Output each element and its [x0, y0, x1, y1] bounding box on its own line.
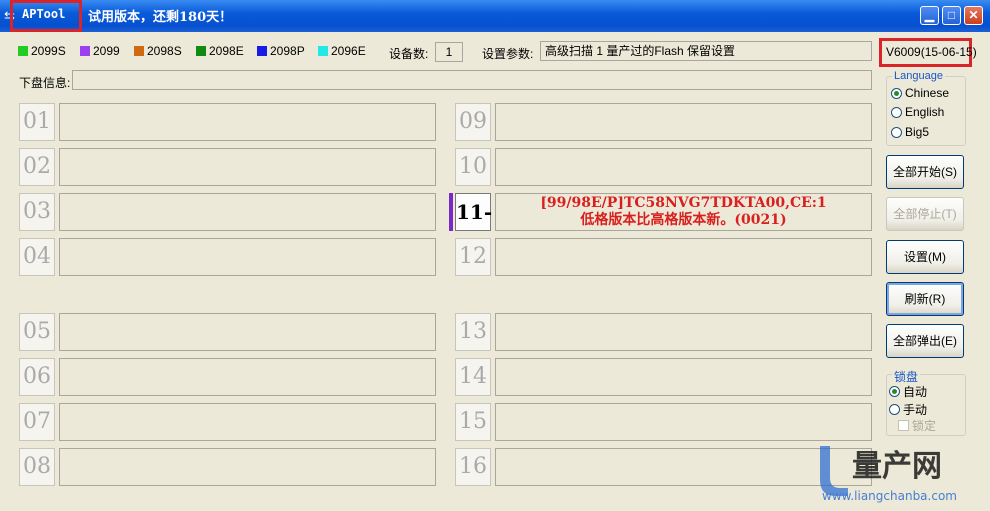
settings-button[interactable]: 设置(M)	[886, 240, 964, 274]
language-chinese-radio[interactable]: Chinese	[891, 86, 949, 100]
slot-03-status	[59, 193, 436, 231]
maximize-button[interactable]: □	[942, 6, 961, 25]
legend-label: 2099	[93, 44, 120, 58]
slot-06-status	[59, 358, 436, 396]
slot-11-active-indicator	[449, 193, 453, 231]
slot-11-message: [99/98E/P]TC58NVG7TDKTA00,CE:1 低格版本比高格版本…	[496, 195, 871, 229]
slot-15-status	[495, 403, 872, 441]
legend-2098s: 2098S	[134, 44, 182, 58]
legend-label: 2098E	[209, 44, 244, 58]
device-count-label: 设备数:	[389, 47, 429, 61]
legend-swatch	[318, 46, 328, 56]
disk-info-label: 下盘信息:	[19, 76, 71, 90]
slot-01-status	[59, 103, 436, 141]
legend-2099: 2099	[80, 44, 120, 58]
slot-12-number[interactable]: 12	[455, 238, 491, 276]
settings-label: 设置参数:	[482, 47, 534, 61]
slot-05-status	[59, 313, 436, 351]
slot-09-status	[495, 103, 872, 141]
app-window: ⇆ APTool 试用版本，还剩180天！ ▁ □ ✕ 2099S 2099 2…	[0, 0, 990, 511]
slot-08-number[interactable]: 08	[19, 448, 55, 486]
title-bar: ⇆ APTool 试用版本，还剩180天！ ▁ □ ✕	[0, 0, 990, 32]
slot-14-number[interactable]: 14	[455, 358, 491, 396]
legend-label: 2098S	[147, 44, 182, 58]
slot-07-status	[59, 403, 436, 441]
slot-15-number[interactable]: 15	[455, 403, 491, 441]
eject-all-button[interactable]: 全部弹出(E)	[886, 324, 964, 358]
slot-11-message-line2: 低格版本比高格版本新。(0021)	[580, 212, 787, 228]
minimize-button[interactable]: ▁	[920, 6, 939, 25]
legend-label: 2096E	[331, 44, 366, 58]
highlight-app-name	[10, 0, 82, 32]
radio-selected-icon	[889, 386, 900, 397]
radio-label: English	[905, 105, 945, 119]
device-count-field: 1	[435, 42, 463, 62]
lock-manual-radio[interactable]: 手动	[889, 401, 927, 418]
version-label: V6009(15-06-15)	[886, 45, 977, 59]
watermark-url: www.liangchanba.com	[822, 489, 957, 503]
slot-12-status	[495, 238, 872, 276]
radio-label: 自动	[903, 385, 928, 399]
radio-label: Chinese	[905, 86, 950, 100]
legend-swatch	[196, 46, 206, 56]
slot-04-status	[59, 238, 436, 276]
language-big5-radio[interactable]: Big5	[891, 125, 929, 139]
radio-icon	[889, 404, 900, 415]
slot-11-number[interactable]: 11-I	[455, 193, 492, 260]
radio-label: Big5	[905, 125, 930, 139]
legend-2096e: 2096E	[318, 44, 366, 58]
radio-label: 手动	[903, 403, 928, 417]
settings-field: 高级扫描 1 量产过的Flash 保留设置	[540, 41, 872, 61]
lock-auto-radio[interactable]: 自动	[889, 383, 927, 400]
legend-2099s: 2099S	[18, 44, 66, 58]
checkbox-icon	[898, 420, 909, 431]
slot-11-message-line1: [99/98E/P]TC58NVG7TDKTA00,CE:1	[540, 195, 827, 211]
slot-09-number[interactable]: 09	[455, 103, 491, 141]
language-english-radio[interactable]: English	[891, 105, 944, 119]
slot-16-status	[495, 448, 872, 486]
window-title: 试用版本，还剩180天！	[88, 10, 233, 25]
slot-10-status	[495, 148, 872, 186]
slot-01-number[interactable]: 01	[19, 103, 55, 141]
stop-all-button[interactable]: 全部停止(T)	[886, 197, 964, 231]
legend-swatch	[18, 46, 28, 56]
slot-02-status	[59, 148, 436, 186]
watermark-logo: 量产网 www.liangchanba.com	[820, 446, 957, 503]
legend-swatch	[80, 46, 90, 56]
slot-05-number[interactable]: 05	[19, 313, 55, 351]
slot-16-number[interactable]: 16	[455, 448, 491, 486]
close-button[interactable]: ✕	[964, 6, 983, 25]
slot-14-status	[495, 358, 872, 396]
legend-swatch	[257, 46, 267, 56]
slot-06-number[interactable]: 06	[19, 358, 55, 396]
legend-2098e: 2098E	[196, 44, 244, 58]
legend-swatch	[134, 46, 144, 56]
slot-08-status	[59, 448, 436, 486]
slot-13-number[interactable]: 13	[455, 313, 491, 351]
legend-label: 2099S	[31, 44, 66, 58]
lock-checkbox[interactable]: 锁定	[898, 417, 936, 434]
slot-10-number[interactable]: 10	[455, 148, 491, 186]
legend-2098p: 2098P	[257, 44, 305, 58]
refresh-button[interactable]: 刷新(R)	[886, 282, 964, 316]
legend-label: 2098P	[270, 44, 305, 58]
language-group-title: Language	[892, 70, 945, 82]
slot-13-status	[495, 313, 872, 351]
slot-02-number[interactable]: 02	[19, 148, 55, 186]
watermark-text: 量产网	[852, 449, 942, 484]
start-all-button[interactable]: 全部开始(S)	[886, 155, 964, 189]
slot-04-number[interactable]: 04	[19, 238, 55, 276]
radio-selected-icon	[891, 87, 902, 99]
radio-icon	[891, 106, 902, 118]
radio-icon	[891, 126, 902, 138]
slot-03-number[interactable]: 03	[19, 193, 55, 231]
checkbox-label: 锁定	[912, 419, 937, 433]
slot-07-number[interactable]: 07	[19, 403, 55, 441]
disk-info-field	[72, 70, 872, 90]
